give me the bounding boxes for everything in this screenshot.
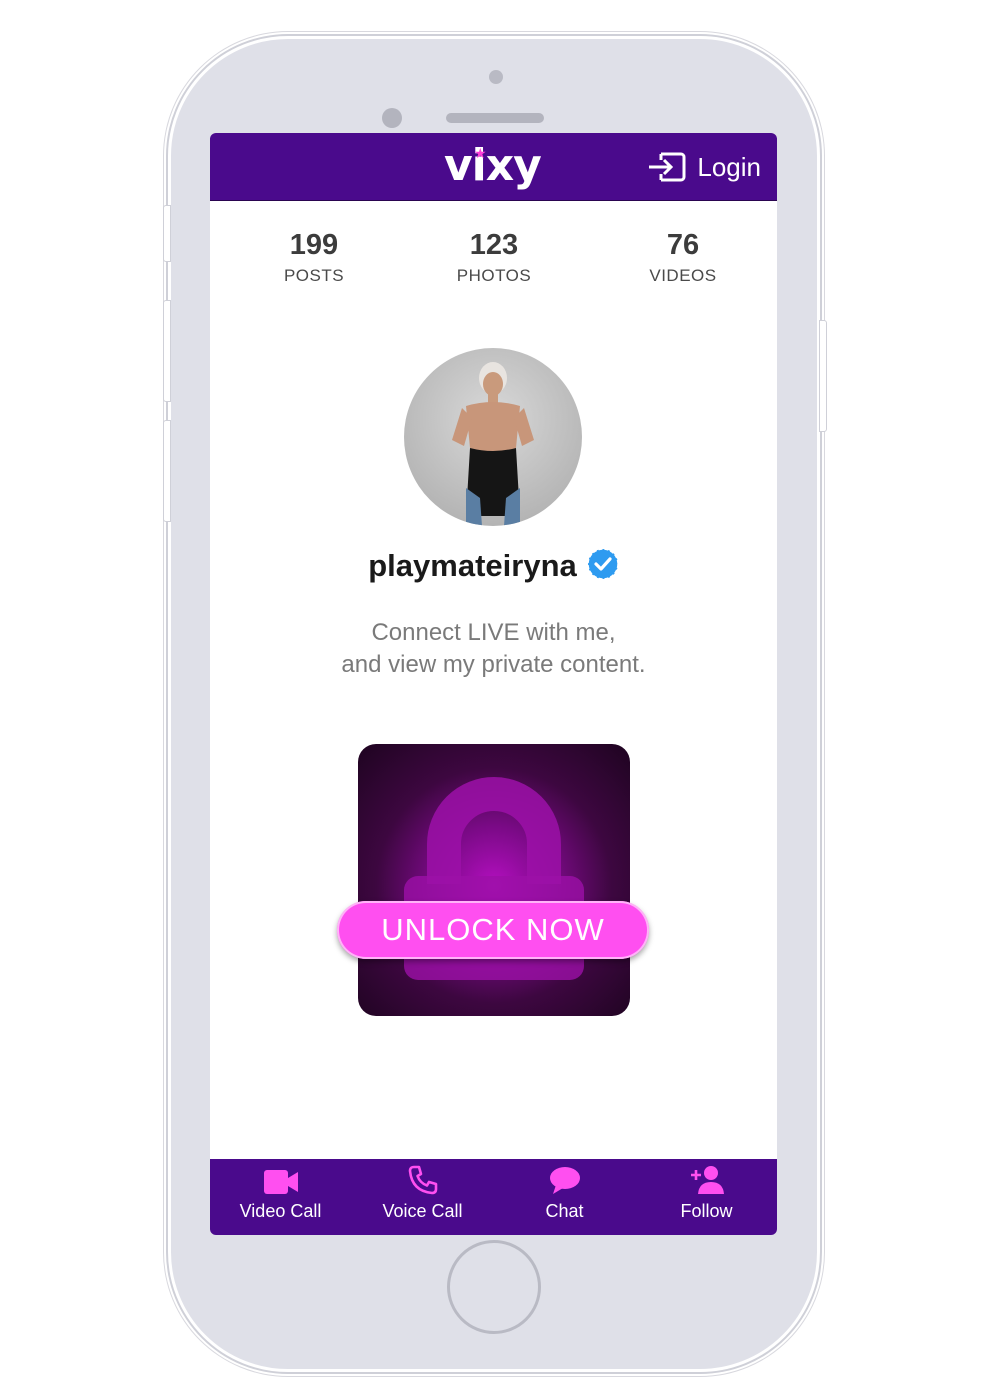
stat-photos-label: PHOTOS xyxy=(456,266,532,285)
profile-username: playmateiryna xyxy=(210,548,777,588)
tagline-line-2: and view my private content. xyxy=(341,651,646,678)
stat-videos[interactable]: 76 VIDEOS xyxy=(613,228,753,286)
stat-photos[interactable]: 123 PHOTOS xyxy=(424,228,564,286)
padlock-icon xyxy=(404,777,584,980)
phone-side-button xyxy=(163,300,171,402)
voice-call-button[interactable]: Voice Call xyxy=(352,1159,493,1235)
phone-home-button[interactable] xyxy=(447,1240,541,1334)
voice-call-label: Voice Call xyxy=(382,1201,463,1221)
phone-earpiece xyxy=(446,113,544,123)
video-camera-icon xyxy=(263,1170,298,1194)
phone-front-camera xyxy=(382,108,402,128)
stat-posts-value: 199 xyxy=(289,229,339,261)
add-user-icon xyxy=(690,1166,724,1194)
video-call-label: Video Call xyxy=(239,1201,322,1221)
locked-content-panel[interactable] xyxy=(358,744,630,1016)
follow-button[interactable]: Follow xyxy=(636,1159,777,1235)
profile-tagline: Connect LIVE with me, and view my privat… xyxy=(210,617,777,681)
bottom-action-bar: Video Call Voice Call Chat Follow xyxy=(210,1159,777,1235)
phone-side-button xyxy=(163,205,171,262)
username-text: playmateiryna xyxy=(368,548,577,584)
login-label: Login xyxy=(697,151,761,182)
stat-photos-value: 123 xyxy=(469,229,519,261)
profile-stats: 199 POSTS 123 PHOTOS 76 VIDEOS xyxy=(210,228,777,298)
tagline-line-1: Connect LIVE with me, xyxy=(371,619,616,646)
stat-videos-label: VIDEOS xyxy=(649,266,717,285)
unlock-now-button[interactable]: UNLOCK NOW xyxy=(337,901,649,959)
login-icon xyxy=(649,152,686,182)
follow-label: Follow xyxy=(680,1201,733,1221)
stat-videos-value: 76 xyxy=(666,229,700,261)
app-screen: vixy ★ Login 199 POSTS 123 PHOTOS 76 VID… xyxy=(210,133,777,1235)
chat-bubble-icon xyxy=(549,1167,580,1194)
phone-side-button xyxy=(163,420,171,522)
avatar-photo xyxy=(452,362,534,526)
logo-star-icon: ★ xyxy=(474,145,487,161)
verified-badge-icon xyxy=(587,548,619,588)
video-call-button[interactable]: Video Call xyxy=(210,1159,351,1235)
stat-posts[interactable]: 199 POSTS xyxy=(244,228,384,286)
chat-label: Chat xyxy=(545,1201,584,1221)
phone-icon xyxy=(408,1165,437,1195)
chat-button[interactable]: Chat xyxy=(494,1159,635,1235)
profile-avatar[interactable] xyxy=(404,348,582,526)
login-button[interactable]: Login xyxy=(647,147,761,187)
phone-side-button xyxy=(819,320,827,432)
phone-sensor xyxy=(489,70,503,84)
top-bar: vixy ★ Login xyxy=(210,133,777,201)
vixy-logo[interactable]: vixy xyxy=(444,141,542,191)
stat-posts-label: POSTS xyxy=(283,266,345,285)
